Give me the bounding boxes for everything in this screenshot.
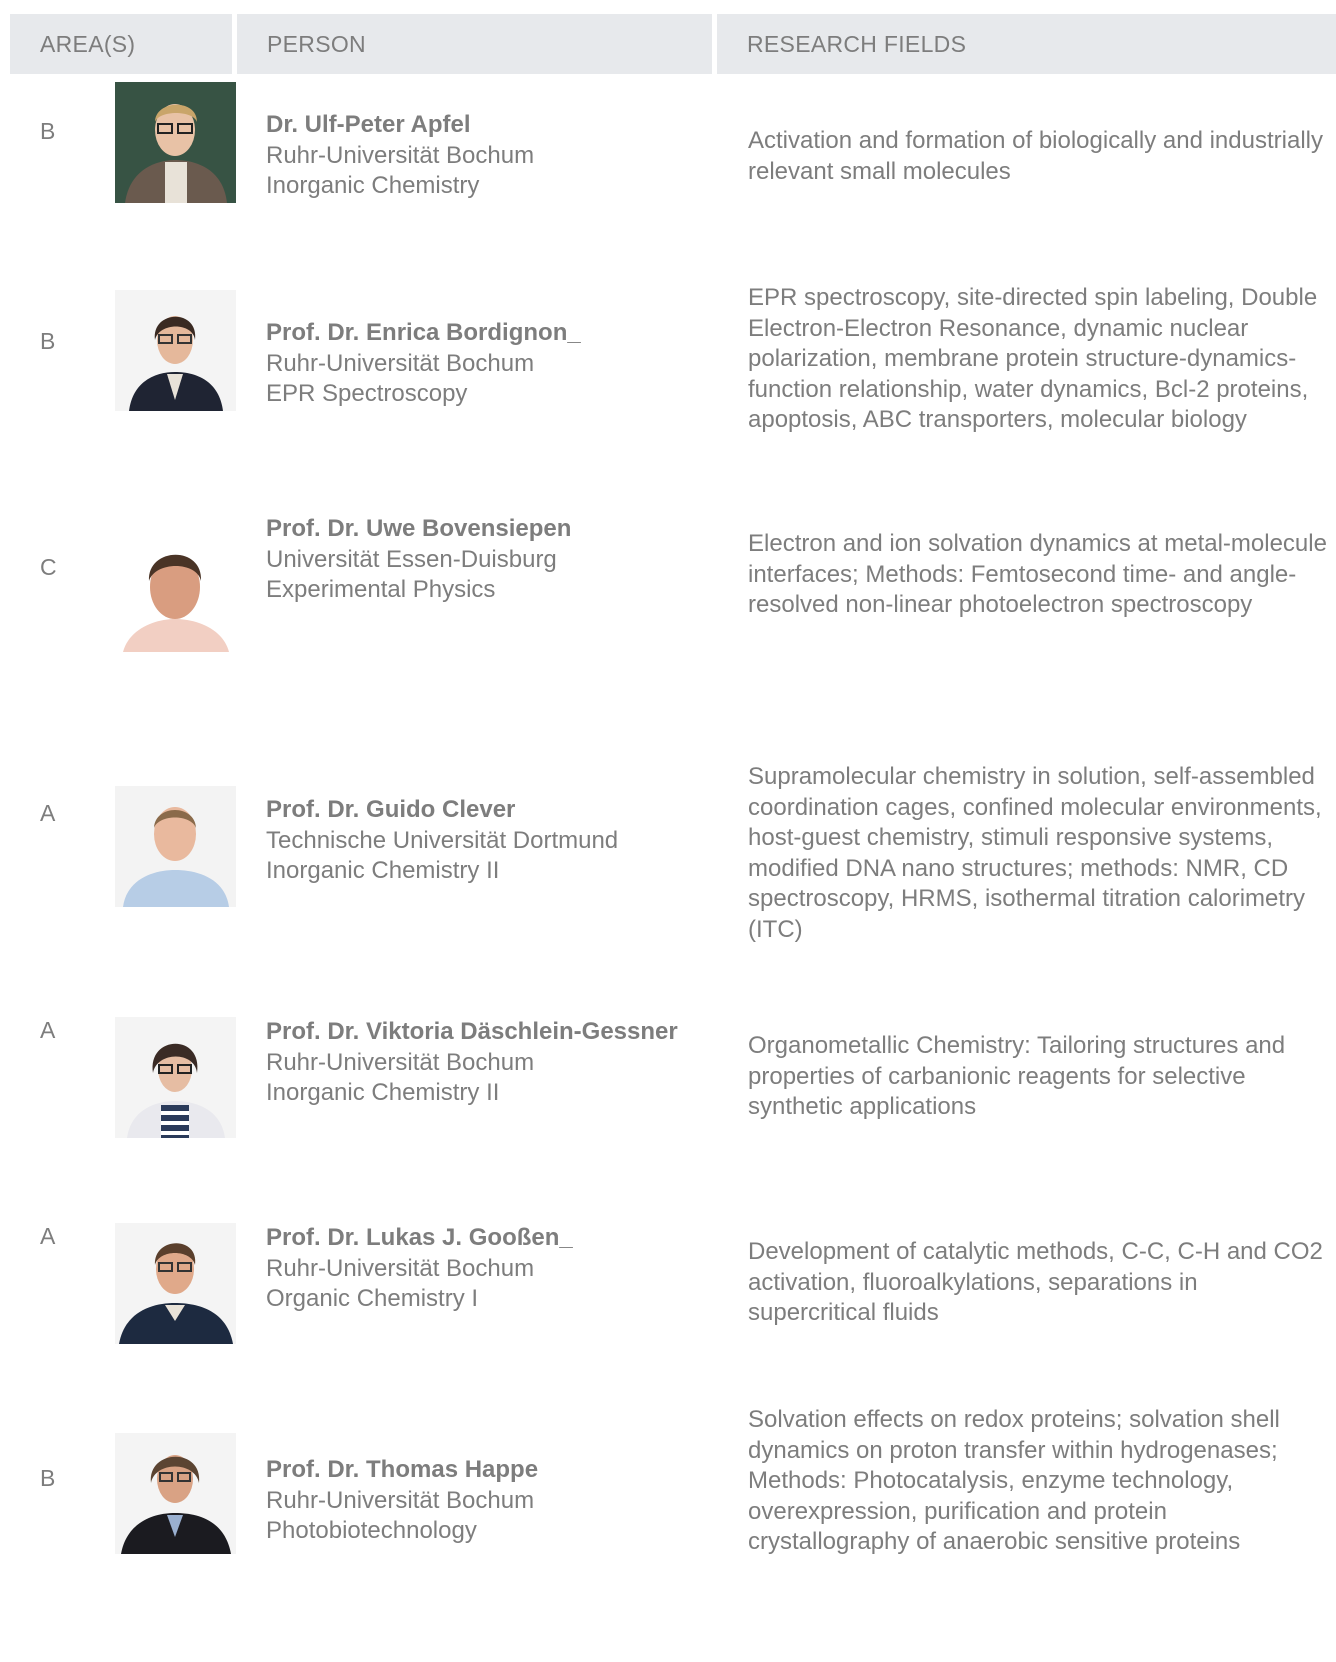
research-cell: Development of catalytic methods, C-C, C…: [748, 1238, 1323, 1326]
person-cell: Prof. Dr. Lukas J. Gooßen_ Ruhr-Universi…: [266, 1223, 706, 1315]
person-cell: Prof. Dr. Enrica Bordignon_ Ruhr-Univers…: [266, 318, 706, 410]
person-department: Organic Chemistry I: [266, 1285, 479, 1312]
area-cell: A: [40, 1017, 56, 1043]
person-name[interactable]: Dr. Ulf-Peter Apfel: [266, 110, 706, 141]
person-photo: [115, 1223, 236, 1344]
header-person: PERSON: [237, 14, 712, 74]
person-institution: Ruhr-Universität Bochum: [266, 1048, 535, 1076]
person-department: Inorganic Chemistry: [266, 172, 480, 199]
area-cell: C: [40, 554, 57, 580]
person-cell: Prof. Dr. Viktoria Däschlein-Gessner Ruh…: [266, 1017, 706, 1109]
area-cell: B: [40, 1465, 56, 1491]
researchers-table: AREA(S) PERSON RESEARCH FIELDS B Dr. Ulf…: [10, 14, 1336, 1555]
person-name[interactable]: Prof. Dr. Uwe Bovensiepen: [266, 514, 706, 545]
research-cell: Electron and ion solvation dynamics at m…: [748, 530, 1327, 618]
person-institution: Ruhr-Universität Bochum: [266, 349, 535, 377]
area-cell: A: [40, 1223, 56, 1249]
person-cell: Prof. Dr. Uwe Bovensiepen Universität Es…: [266, 514, 706, 606]
area-cell: B: [40, 328, 56, 354]
person-photo: [115, 290, 236, 411]
area-cell: B: [40, 118, 56, 144]
person-name[interactable]: Prof. Dr. Guido Clever: [266, 795, 706, 826]
person-photo: [115, 1433, 236, 1554]
table-header: AREA(S) PERSON RESEARCH FIELDS: [10, 14, 1336, 74]
person-department: Photobiotechnology: [266, 1517, 477, 1544]
research-cell: Organometallic Chemistry: Tailoring stru…: [748, 1032, 1286, 1120]
person-department: Experimental Physics: [266, 576, 496, 603]
person-photo: [115, 1017, 236, 1138]
portrait-image: [115, 531, 236, 652]
person-name[interactable]: Prof. Dr. Viktoria Däschlein-Gessner: [266, 1017, 706, 1048]
portrait-image: [115, 82, 236, 203]
portrait-image: [115, 290, 236, 411]
area-cell: A: [40, 800, 56, 826]
header-area: AREA(S): [10, 14, 232, 74]
research-cell: Supramolecular chemistry in solution, se…: [748, 763, 1322, 943]
person-photo: [115, 531, 236, 652]
research-cell: EPR spectroscopy, site-directed spin lab…: [748, 284, 1318, 433]
portrait-image: [115, 1223, 236, 1344]
person-cell: Dr. Ulf-Peter Apfel Ruhr-Universität Boc…: [266, 110, 706, 202]
person-name[interactable]: Prof. Dr. Enrica Bordignon_: [266, 318, 706, 349]
person-photo: [115, 786, 236, 907]
research-cell: Activation and formation of biologically…: [748, 127, 1323, 185]
header-research: RESEARCH FIELDS: [717, 14, 1336, 74]
portrait-image: [115, 786, 236, 907]
person-name[interactable]: Prof. Dr. Lukas J. Gooßen_: [266, 1223, 706, 1254]
person-institution: Technische Universität Dortmund: [266, 826, 619, 854]
person-cell: Prof. Dr. Guido Clever Technische Univer…: [266, 795, 706, 887]
person-department: Inorganic Chemistry II: [266, 857, 500, 884]
person-cell: Prof. Dr. Thomas Happe Ruhr-Universität …: [266, 1455, 706, 1547]
portrait-image: [115, 1433, 236, 1554]
person-institution: Ruhr-Universität Bochum: [266, 141, 535, 169]
person-name[interactable]: Prof. Dr. Thomas Happe: [266, 1455, 706, 1486]
person-photo: [115, 82, 236, 203]
person-institution: Ruhr-Universität Bochum: [266, 1254, 535, 1282]
person-department: EPR Spectroscopy: [266, 380, 468, 407]
person-institution: Universität Essen-Duisburg: [266, 545, 557, 573]
person-institution: Ruhr-Universität Bochum: [266, 1486, 535, 1514]
portrait-image: [115, 1017, 236, 1138]
person-department: Inorganic Chemistry II: [266, 1079, 500, 1106]
research-cell: Solvation effects on redox proteins; sol…: [748, 1406, 1280, 1555]
